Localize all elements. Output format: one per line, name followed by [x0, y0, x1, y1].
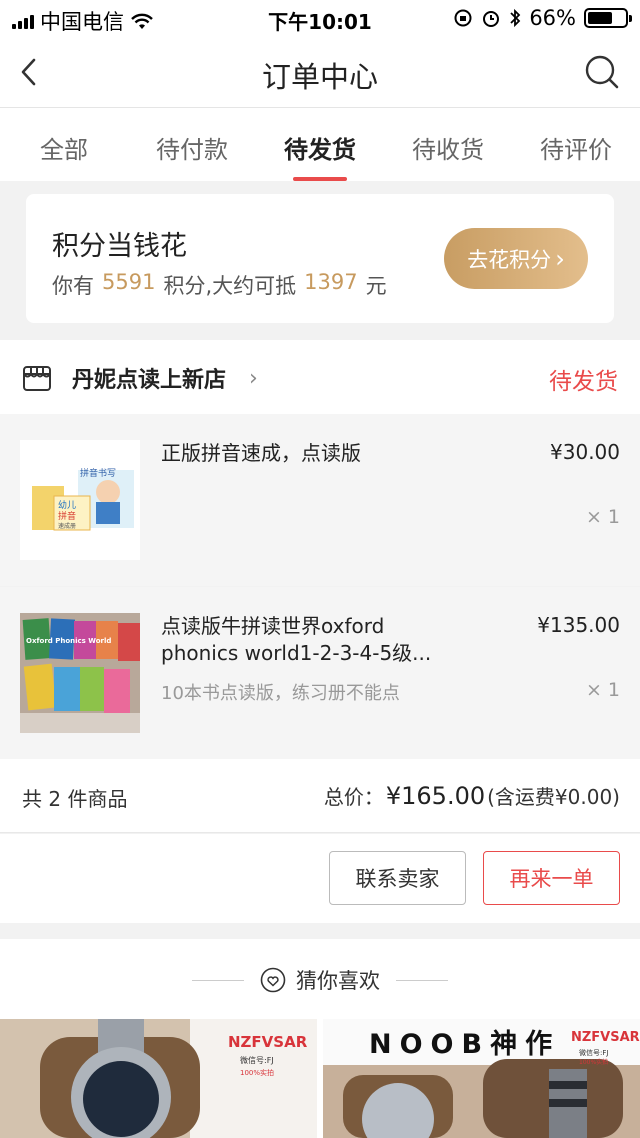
product-name: 点读版牛拼读世界oxford phonics world1-2-3-4-5级..… [161, 614, 432, 665]
chevron-right-icon: › [555, 244, 565, 273]
points-title: 积分当钱花 [52, 231, 187, 262]
order-tabs: 全部 待付款 待发货 待收货 待评价 [0, 108, 640, 181]
recommend-title: 猜你喜欢 [296, 969, 380, 993]
thumb-text: Oxford Phonics World [26, 637, 111, 645]
product-name: 正版拼音速成，点读版 [161, 441, 361, 465]
order-item[interactable]: 拼音书写 幼儿 拼音 速成册 正版拼音速成，点读版 ¥30.00 × 1 [0, 414, 640, 586]
shop-icon [23, 366, 51, 391]
product-note: 100%实拍 [240, 1068, 274, 1077]
contact-seller-button[interactable]: 联系卖家 [329, 851, 466, 905]
order-actions: 联系卖家 再来一单 [0, 834, 640, 923]
product-watermark: NZFVSAR [571, 1030, 640, 1045]
battery-fill [588, 12, 612, 24]
product-note: 微信号:FJ [240, 1055, 274, 1065]
order-item[interactable]: Oxford Phonics World 点读版牛拼读世界oxford phon… [0, 587, 640, 759]
battery-percent: 66% [529, 6, 576, 30]
battery-icon [584, 8, 632, 28]
product-thumbnail: Oxford Phonics World [20, 613, 140, 733]
tab-pending-receipt[interactable]: 待收货 [384, 108, 512, 181]
spend-points-label: 去花积分 [467, 247, 552, 272]
shop-header[interactable]: 丹妮点读上新店 › 待发货 [0, 340, 640, 414]
product-watermark: NOOB神作 [369, 1029, 560, 1060]
divider [192, 979, 244, 981]
thumb-text: 速成册 [58, 522, 76, 530]
watch-image: NOOB神作 NZFVSAR 微信号:FJ 100%实拍 [323, 1019, 640, 1138]
bluetooth-icon [510, 8, 521, 28]
total-amount: ¥165.00 [385, 782, 486, 810]
tab-all[interactable]: 全部 [0, 108, 128, 181]
tab-pending-payment[interactable]: 待付款 [128, 108, 256, 181]
recommend-product[interactable]: NZFVSAR 微信号:FJ 100%实拍 [0, 1019, 317, 1138]
product-note: 100%实拍 [579, 1058, 608, 1066]
order-status: 待发货 [549, 369, 618, 395]
recommend-product[interactable]: NOOB神作 NZFVSAR 微信号:FJ 100%实拍 [323, 1019, 640, 1138]
rotation-lock-icon [454, 9, 472, 27]
points-suffix: 元 [365, 274, 387, 298]
status-right: 66% [453, 6, 632, 30]
thumb-text: 拼音 [58, 510, 76, 522]
alarm-icon [483, 11, 500, 27]
product-price: ¥135.00 [537, 613, 620, 637]
product-thumbnail: 拼音书写 幼儿 拼音 速成册 [20, 440, 140, 560]
order-total: 总价： ¥165.00 (含运费¥0.00) [324, 781, 620, 810]
total-label: 总价： [323, 785, 384, 809]
pinyin-book-image: 拼音书写 幼儿 拼音 速成册 [20, 440, 140, 560]
divider [396, 979, 448, 981]
page-title: 订单中心 [261, 60, 378, 94]
points-card: 积分当钱花 你有 5591 积分,大约可抵 1397 元 去花积分 › [26, 194, 614, 323]
heart-icon [260, 967, 286, 993]
chevron-right-icon: › [249, 366, 258, 391]
product-quantity: × 1 [585, 679, 620, 701]
shipping-note: (含运费¥0.00) [487, 785, 620, 809]
nav-bar: 订单中心 [0, 36, 640, 108]
status-bar: 中国电信 下午10:01 66% [0, 0, 640, 36]
recommend-header: 猜你喜欢 [0, 965, 640, 995]
thumb-text: 拼音书写 [80, 467, 116, 479]
shop-name: 丹妮点读上新店 [72, 368, 227, 393]
points-value: 5591 [102, 270, 156, 294]
recommendations: 猜你喜欢 NZFVSAR 微信号:FJ 100%实拍 NOOB神作 NZFVSA [0, 939, 640, 1138]
oxford-books-image: Oxford Phonics World [20, 613, 140, 733]
spend-points-button[interactable]: 去花积分 › [444, 228, 588, 289]
product-spec: 10本书点读版，练习册不能点 [161, 683, 400, 704]
tab-pending-shipment[interactable]: 待发货 [256, 108, 384, 181]
item-count: 共 2 件商品 [22, 787, 128, 811]
points-amount: 1397 [304, 270, 358, 294]
thumb-text: 幼儿 [58, 499, 76, 511]
product-note: 微信号:FJ [579, 1048, 608, 1057]
points-prefix: 你有 [52, 274, 94, 298]
search-icon[interactable] [584, 54, 620, 90]
points-middle: 积分,大约可抵 [163, 274, 297, 298]
product-price: ¥30.00 [550, 440, 620, 464]
points-description: 你有 5591 积分,大约可抵 1397 元 [52, 270, 387, 300]
watch-image: NZFVSAR 微信号:FJ 100%实拍 [0, 1019, 317, 1138]
order-summary: 共 2 件商品 总价： ¥165.00 (含运费¥0.00) [0, 759, 640, 833]
reorder-button[interactable]: 再来一单 [483, 851, 620, 905]
tab-pending-review[interactable]: 待评价 [512, 108, 640, 181]
product-watermark: NZFVSAR [228, 1033, 308, 1051]
product-quantity: × 1 [585, 506, 620, 528]
